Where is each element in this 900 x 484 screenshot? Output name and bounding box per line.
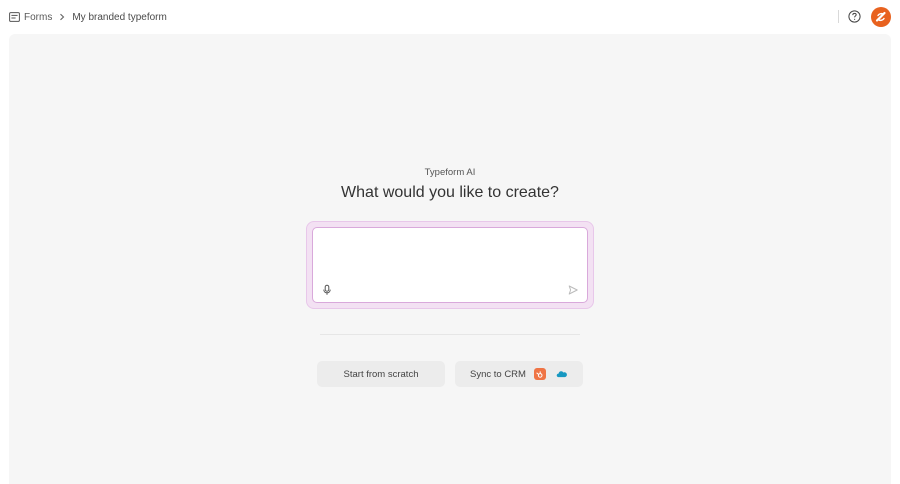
- sync-to-crm-label: Sync to CRM: [470, 368, 526, 380]
- divider: [320, 334, 580, 335]
- section-kicker: Typeform AI: [424, 167, 476, 178]
- help-circle-icon[interactable]: [848, 10, 861, 23]
- main-canvas: Typeform AI What would you like to creat…: [9, 34, 891, 484]
- topbar-divider: [838, 10, 839, 23]
- prompt-input[interactable]: [319, 234, 579, 282]
- sync-to-crm-button[interactable]: Sync to CRM: [455, 361, 583, 387]
- start-from-scratch-button[interactable]: Start from scratch: [317, 361, 445, 387]
- breadcrumb-current-form[interactable]: My branded typeform: [72, 12, 167, 23]
- prompt-container: [306, 221, 594, 309]
- salesforce-icon: [556, 368, 568, 380]
- top-bar: Forms My branded typeform: [0, 0, 900, 34]
- breadcrumb: Forms My branded typeform: [9, 9, 167, 25]
- breadcrumb-forms-link[interactable]: Forms: [24, 12, 52, 23]
- chevron-right-icon: [58, 13, 66, 21]
- microphone-icon[interactable]: [321, 284, 333, 296]
- page-title: What would you like to create?: [341, 184, 559, 201]
- hubspot-icon: [533, 368, 546, 380]
- avatar[interactable]: [871, 7, 891, 27]
- prompt-box[interactable]: [312, 227, 588, 303]
- send-icon[interactable]: [567, 284, 579, 296]
- forms-icon[interactable]: [9, 12, 20, 22]
